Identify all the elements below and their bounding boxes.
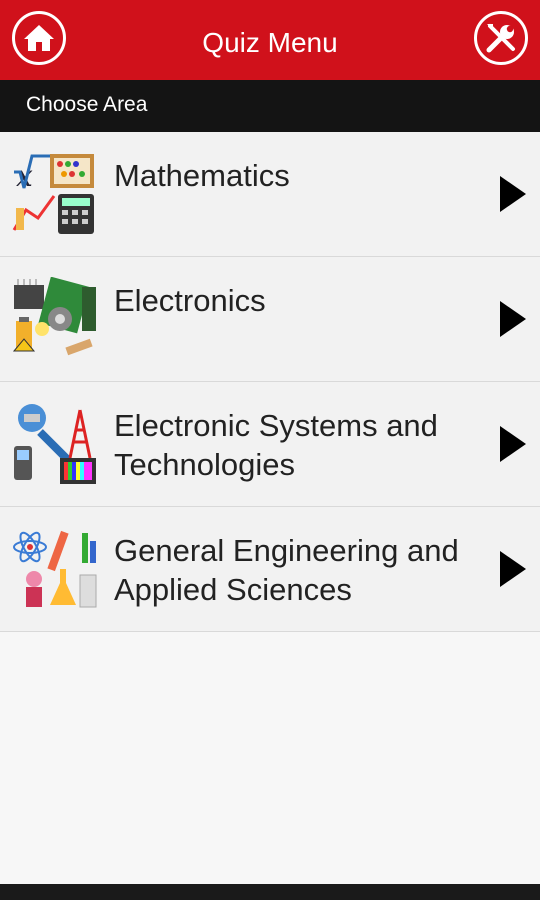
section-header: Choose Area	[0, 80, 540, 132]
electronics-icon	[12, 277, 96, 356]
area-list: x Mathematics Electronics Electronic Sys…	[0, 132, 540, 632]
area-item-electronic-systems[interactable]: Electronic Systems and Technologies	[0, 382, 540, 507]
area-label: Mathematics	[114, 158, 290, 193]
section-title: Choose Area	[26, 93, 148, 116]
bottom-bar	[0, 884, 540, 900]
area-label: General Engineering and Applied Sciences	[114, 533, 459, 607]
page-title: Quiz Menu	[202, 27, 338, 58]
engineering-icon	[13, 530, 97, 608]
area-item-general-engineering[interactable]: General Engineering and Applied Sciences	[0, 507, 540, 632]
chevron-right-icon	[500, 551, 526, 587]
chevron-right-icon	[500, 176, 526, 212]
chevron-right-icon	[500, 426, 526, 462]
area-item-mathematics[interactable]: x Mathematics	[0, 132, 540, 257]
settings-button[interactable]	[474, 11, 528, 65]
app-header: Quiz Menu	[0, 0, 540, 80]
area-label: Electronic Systems and Technologies	[114, 408, 438, 482]
telecom-icon	[14, 404, 96, 484]
area-label: Electronics	[114, 283, 266, 318]
chevron-right-icon	[500, 301, 526, 337]
math-icon: x	[12, 154, 94, 234]
tools-icon	[486, 24, 515, 53]
area-item-electronics[interactable]: Electronics	[0, 257, 540, 382]
